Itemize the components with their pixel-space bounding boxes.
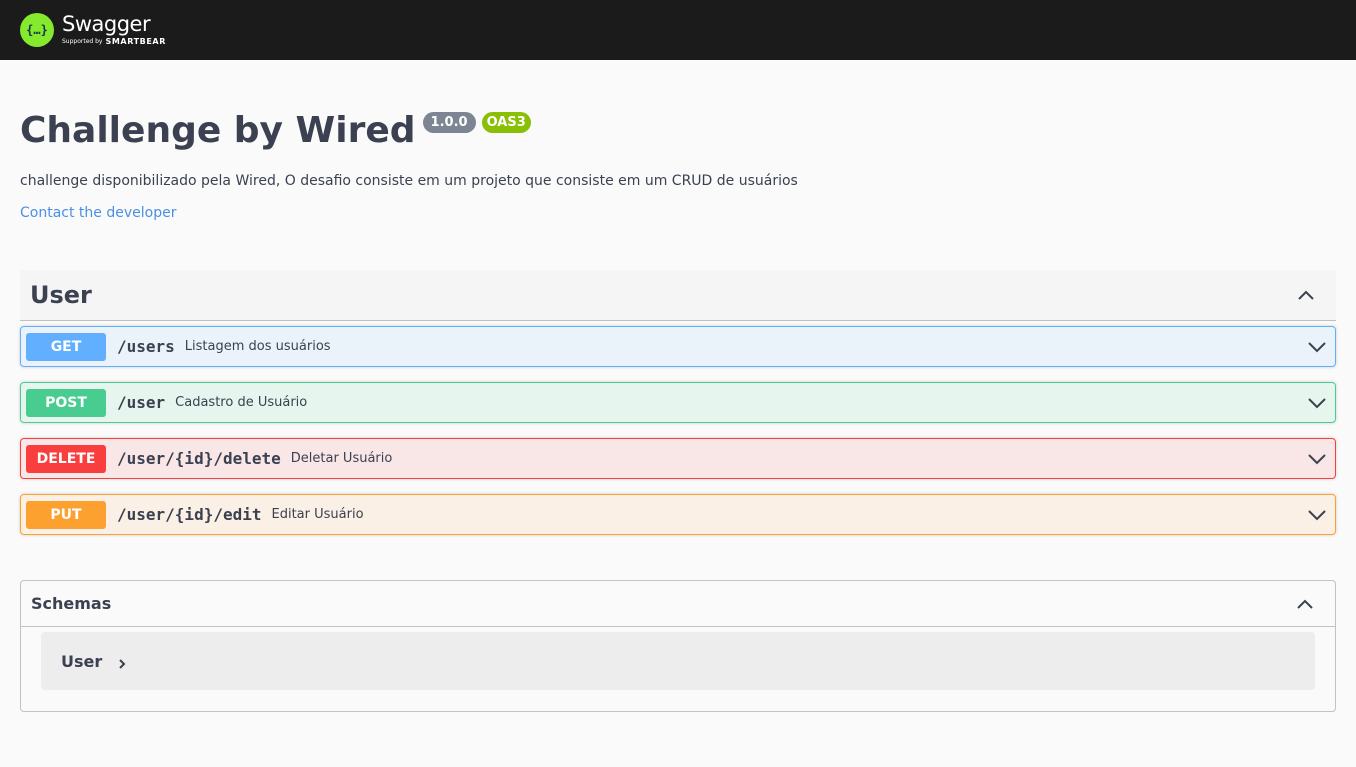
oas-badge: OAS3 <box>481 112 531 133</box>
operation-summary: Deletar Usuário <box>290 451 393 466</box>
supported-by-label: Supported by <box>62 38 103 45</box>
operation-put-user[interactable]: PUT /user/{id}/edit Editar Usuário <box>20 494 1336 535</box>
operation-summary: Cadastro de Usuário <box>175 395 308 410</box>
tag-header[interactable]: User <box>20 270 1336 321</box>
operation-post-user[interactable]: POST /user Cadastro de Usuário <box>20 382 1336 423</box>
tag-title: User <box>30 281 92 309</box>
schemas-header[interactable]: Schemas <box>21 581 1335 627</box>
topbar: {…} Swagger Supported by SMARTBEAR <box>0 0 1356 60</box>
api-description: challenge disponibilizado pela Wired, O … <box>20 173 798 189</box>
swagger-logo-icon: {…} <box>20 13 54 47</box>
operation-path: /users <box>117 337 175 356</box>
operation-delete-user[interactable]: DELETE /user/{id}/delete Deletar Usuário <box>20 438 1336 479</box>
schemas-section: Schemas User <box>20 580 1336 712</box>
schemas-title: Schemas <box>31 594 112 613</box>
model-user[interactable]: User <box>41 632 1315 690</box>
contact-developer-link[interactable]: Contact the developer <box>20 205 176 221</box>
operation-path: /user <box>117 393 166 412</box>
method-badge: GET <box>26 332 106 361</box>
chevron-down-icon[interactable] <box>1307 393 1327 413</box>
operation-summary: Listagem dos usuários <box>184 339 331 354</box>
version-badge: 1.0.0 <box>422 112 476 133</box>
logo-text: Swagger Supported by SMARTBEAR <box>62 14 166 46</box>
method-badge: DELETE <box>26 444 106 473</box>
operation-path: /user/{id}/delete <box>117 449 281 468</box>
api-info: Challenge by Wired 1.0.0 OAS3 challenge … <box>20 60 1336 221</box>
chevron-up-icon[interactable] <box>1295 594 1315 614</box>
chevron-down-icon[interactable] <box>1307 505 1327 525</box>
operation-path: /user/{id}/edit <box>117 505 262 524</box>
title-row: Challenge by Wired 1.0.0 OAS3 <box>20 110 1336 152</box>
method-badge: PUT <box>26 500 106 529</box>
swagger-logo-link[interactable]: {…} Swagger Supported by SMARTBEAR <box>20 13 166 47</box>
operation-summary: Editar Usuário <box>271 507 364 522</box>
chevron-down-icon[interactable] <box>1307 337 1327 357</box>
chevron-up-icon[interactable] <box>1296 285 1316 305</box>
api-title: Challenge by Wired <box>20 110 416 151</box>
main-wrapper: Challenge by Wired 1.0.0 OAS3 challenge … <box>0 60 1356 712</box>
operation-get-users[interactable]: GET /users Listagem dos usuários <box>20 326 1336 367</box>
tag-section-user: User GET /users Listagem dos usuários PO… <box>20 270 1336 535</box>
chevron-right-icon[interactable] <box>116 655 128 669</box>
chevron-down-icon[interactable] <box>1307 449 1327 469</box>
method-badge: POST <box>26 388 106 417</box>
supported-by: Supported by SMARTBEAR <box>62 38 166 46</box>
model-name: User <box>61 651 103 671</box>
brand-name: Swagger <box>62 12 151 36</box>
company-name: SMARTBEAR <box>105 37 166 46</box>
